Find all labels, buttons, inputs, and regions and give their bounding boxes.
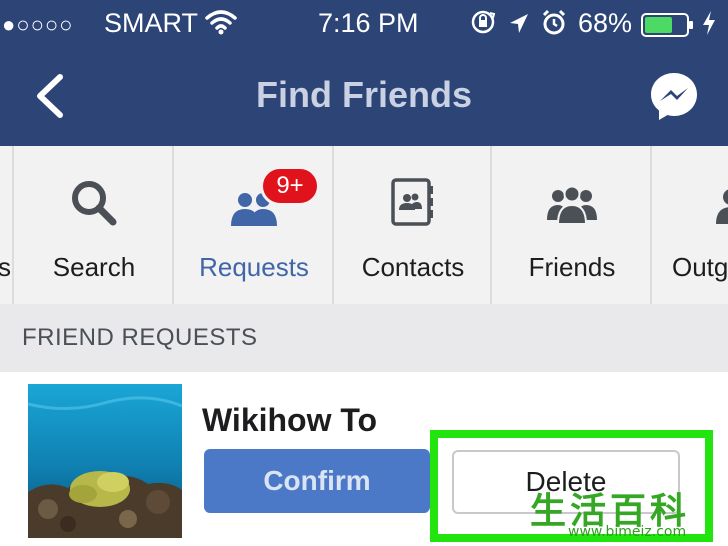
friends-group-icon: [547, 185, 597, 229]
rotation-lock-icon: [470, 8, 496, 36]
signal-strength: ●○○○○: [2, 12, 74, 37]
chevron-left-icon: [37, 74, 63, 118]
requester-name[interactable]: Wikihow To: [202, 402, 377, 439]
navigation-bar: Find Friends: [0, 46, 728, 146]
page-title: Find Friends: [256, 74, 472, 115]
tab-label: Search: [52, 252, 136, 282]
contacts-book-icon: [390, 178, 436, 231]
wifi-icon: [205, 8, 237, 36]
alarm-icon: [541, 9, 567, 37]
friend-request-item: Wikihow To Confirm Delete 生活百科 www.bimei…: [0, 372, 728, 546]
requests-count-badge: 9+: [260, 166, 320, 206]
friend-requests-header: FRIEND REQUESTS: [0, 304, 728, 373]
find-friends-tabs: s Search Requests 9+ Contacts Friends Ou…: [0, 146, 728, 306]
avatar[interactable]: [28, 384, 182, 538]
tab-label: Outg: [672, 252, 728, 282]
tab-label: s: [0, 252, 11, 282]
status-bar: ●○○○○ SMART 7:16 PM 68%: [0, 0, 728, 46]
delete-button[interactable]: Delete: [452, 450, 680, 514]
carrier-name: SMART: [104, 8, 199, 38]
confirm-button[interactable]: Confirm: [204, 449, 430, 513]
tab-label: Contacts: [361, 252, 465, 282]
section-title: FRIEND REQUESTS: [22, 324, 258, 351]
tab-outgoing[interactable]: Outg: [652, 146, 728, 304]
tab-contacts[interactable]: Contacts: [334, 146, 492, 304]
tab-label: Friends: [528, 252, 616, 282]
tab-search[interactable]: Search: [14, 146, 174, 304]
status-time: 7:16 PM: [318, 8, 419, 38]
tab-friends[interactable]: Friends: [492, 146, 652, 304]
person-icon: [716, 188, 728, 229]
messenger-icon: [651, 73, 697, 120]
location-arrow-icon: [508, 10, 530, 34]
messenger-button[interactable]: [648, 70, 700, 122]
battery-percent: 68%: [578, 8, 633, 38]
tab-label: Requests: [199, 252, 309, 282]
charging-bolt-icon: [701, 10, 717, 36]
search-icon: [69, 178, 119, 233]
back-button[interactable]: [30, 73, 70, 119]
profile-photo: [28, 384, 182, 538]
battery-icon: [641, 11, 695, 37]
tab-suggestions-partial[interactable]: s: [0, 146, 14, 304]
